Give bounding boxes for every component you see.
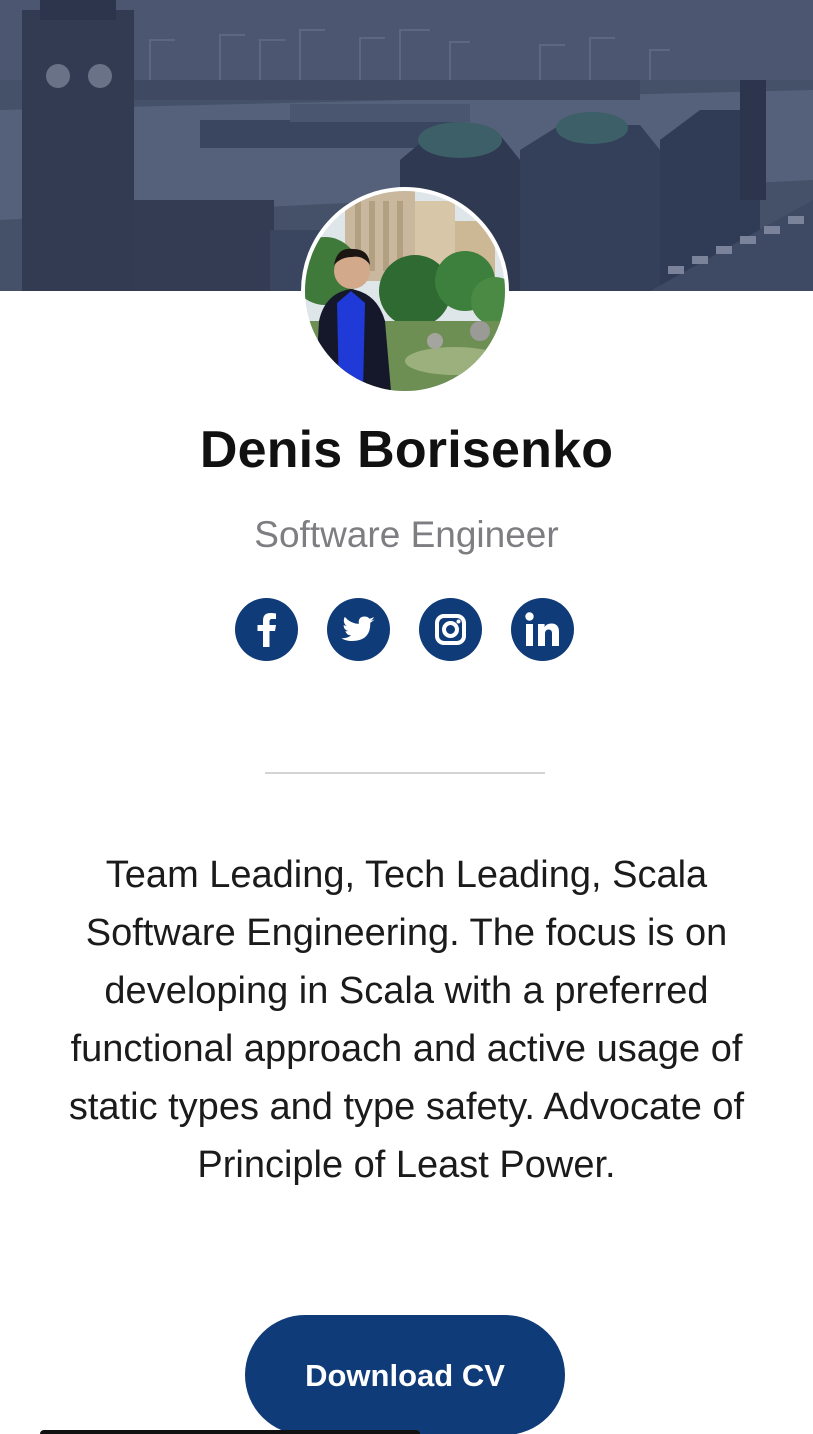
facebook-link[interactable] xyxy=(235,598,298,661)
bottom-edge-bar xyxy=(40,1430,420,1434)
linkedin-link[interactable] xyxy=(511,598,574,661)
social-links xyxy=(235,598,575,662)
facebook-icon xyxy=(257,613,276,647)
profile-bio: Team Leading, Tech Leading, Scala Softwa… xyxy=(68,854,745,1186)
twitter-icon xyxy=(341,616,375,641)
twitter-link[interactable] xyxy=(327,598,390,661)
section-divider xyxy=(265,772,545,774)
instagram-link[interactable] xyxy=(419,598,482,661)
profile-page: Denis Borisenko Software Engineer Team L… xyxy=(0,0,813,1434)
download-cv-button[interactable]: Download CV xyxy=(245,1315,565,1434)
profile-role: Software Engineer xyxy=(254,514,559,555)
profile-name: Denis Borisenko xyxy=(199,421,614,479)
instagram-icon xyxy=(435,614,466,645)
profile-avatar xyxy=(301,187,509,395)
linkedin-icon xyxy=(525,612,559,646)
